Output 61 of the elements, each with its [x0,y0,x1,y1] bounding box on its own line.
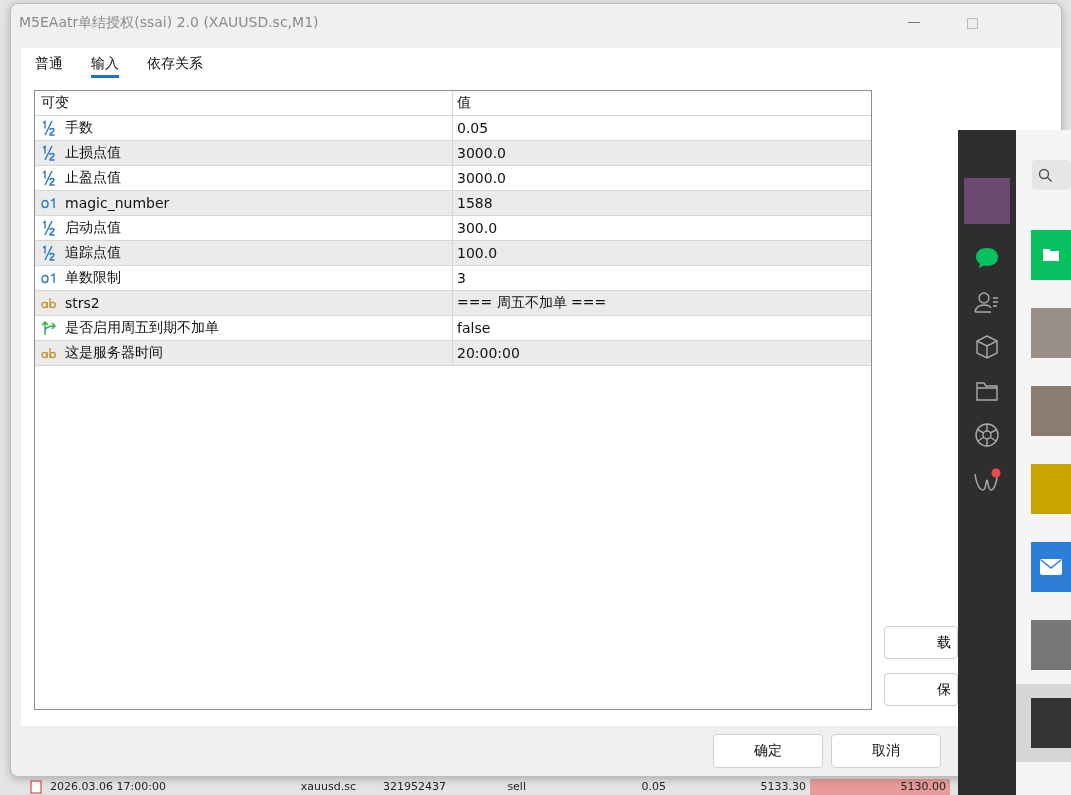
minimize-icon [908,22,920,24]
parameter-value[interactable]: false [457,320,491,336]
table-cell-text: 2026.03.06 17:00:00 [50,779,167,795]
parameter-name: 止盈点值 [65,169,121,187]
parameter-name: 手数 [65,119,93,137]
side-button[interactable]: 保 [884,673,958,706]
logo-icon[interactable] [973,468,1001,494]
parameter-name: 是否启用周五到期不加单 [65,319,219,337]
parameter-value[interactable]: 1588 [457,195,493,211]
string-icon [41,297,57,309]
chat-bubble-icon[interactable] [974,246,1000,270]
parameter-value[interactable]: 3000.0 [457,170,506,186]
parameter-value[interactable]: 300.0 [457,220,498,236]
column-header: 值 [456,93,472,112]
dialog-button[interactable]: 确定 [713,734,823,768]
side-button[interactable]: 载 [884,626,958,659]
string-icon [41,347,57,359]
file-transfer-thumbnail[interactable] [1031,230,1071,280]
parameter-name: 单数限制 [65,269,121,287]
parameter-name: 追踪点值 [65,244,121,262]
contacts-icon[interactable] [974,290,1000,314]
parameter-value[interactable]: 3 [457,270,466,286]
search-icon [1038,168,1052,182]
document-icon [30,780,42,794]
mail-thumbnail[interactable] [1031,542,1071,592]
table-cell-text: 5133.30 [759,779,807,795]
column-header: 可变 [35,91,453,115]
branch-arrow-icon [41,320,57,336]
parameter-name: strs2 [65,295,100,311]
fraction-icon [41,220,57,236]
integer-icon [41,272,57,284]
table-cell-text: 0.05 [640,779,667,795]
maximize-icon [966,17,978,29]
table-cell: 5130.00 [810,779,950,795]
table-cell-text: 321952437 [382,779,447,795]
parameter-name: 这是服务器时间 [65,344,163,362]
tab[interactable]: 普通 [35,52,63,78]
table-cell-text: xauusd.sc [299,779,357,795]
folder-icon[interactable] [975,380,999,402]
parameter-name: magic_number [65,195,170,211]
parameter-name: 止损点值 [65,144,121,162]
cube-icon[interactable] [975,334,999,360]
dialog-button[interactable]: 取消 [831,734,941,768]
parameter-value[interactable]: 0.05 [457,120,489,136]
parameter-name: 启动点值 [65,219,121,237]
fraction-icon [41,170,57,186]
fraction-icon [41,145,57,161]
table-cell-text: sell [506,779,527,795]
fraction-icon [41,120,57,136]
tab[interactable]: 输入 [91,52,119,78]
integer-icon [41,197,57,209]
parameter-value[interactable]: === 周五不加单 === [457,294,607,312]
fraction-icon [41,245,57,261]
tab[interactable]: 依存关系 [147,52,203,78]
parameter-value[interactable]: 20:00:00 [457,345,520,361]
parameter-value[interactable]: 100.0 [457,245,498,261]
avatar-placeholder [964,178,1010,224]
aperture-icon[interactable] [974,422,1000,448]
parameter-value[interactable]: 3000.0 [457,145,506,161]
window-title: M5EAatr单结授权(ssai) 2.0 (XAUUSD.sc,M1) [19,14,320,32]
search-field[interactable] [1032,160,1071,190]
